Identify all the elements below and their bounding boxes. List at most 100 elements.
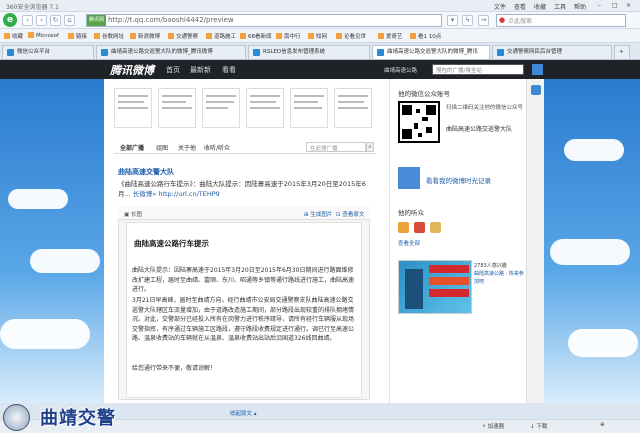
window-title-bar: 360安全浏览器 7.1 文件 查看 收藏 工具 帮助 – □ × <box>0 0 640 12</box>
fav-item[interactable]: 68看新闻 <box>240 32 272 40</box>
sky-background-right <box>544 79 640 403</box>
photo-strip <box>114 88 376 128</box>
accelerator-button[interactable]: ⚡ 加速器 <box>482 422 504 430</box>
maximize-icon[interactable]: □ <box>612 2 618 9</box>
cloud-decoration <box>564 139 624 161</box>
view-original-button[interactable]: ⊡ 查看原文 <box>336 210 364 218</box>
home-icon[interactable]: ⌂ <box>64 15 75 26</box>
nav-look[interactable]: 看看 <box>222 65 236 75</box>
view-all-fans-link[interactable]: 查看全部 <box>398 239 420 247</box>
page-icon <box>276 33 282 39</box>
zoom-indicator[interactable]: ⊕ <box>600 422 605 428</box>
feed-tab-followers[interactable]: 收听/听众 <box>204 143 230 152</box>
minimize-icon[interactable]: – <box>598 2 601 9</box>
dropdown-icon[interactable]: ▾ <box>447 15 458 26</box>
feed-tab-about[interactable]: 关于他 <box>178 143 196 152</box>
nav-new[interactable]: 最新新 <box>190 65 211 75</box>
fan-avatar[interactable] <box>430 222 441 233</box>
fav-item[interactable]: 链接 <box>68 32 87 40</box>
watermark-text: 曲靖交警 <box>40 408 116 429</box>
menu-view[interactable]: 查看 <box>514 2 526 11</box>
site-badge: 腾讯网 <box>87 15 106 26</box>
lightning-icon[interactable]: ϟ <box>462 15 473 26</box>
promo-banner[interactable] <box>398 260 472 314</box>
sky-background-left <box>0 79 104 403</box>
forward-icon[interactable]: › <box>36 15 47 26</box>
fav-item[interactable]: 新浪微博 <box>130 32 160 40</box>
nav-user[interactable]: 曲靖高速公路 <box>384 66 417 74</box>
url-text[interactable]: http://t.qq.com/baoshi4442/preview <box>108 16 234 24</box>
tab-wechat[interactable]: 微信公众平台 <box>2 45 94 59</box>
fan-avatar[interactable] <box>414 222 425 233</box>
fav-item[interactable]: 收藏 <box>4 32 23 40</box>
tab-rsled[interactable]: RSLED信息发布管理系统 <box>248 45 370 59</box>
tab-weibo-1[interactable]: 曲靖高速公路交巡警大队的微博_腾讯微博 <box>96 45 246 59</box>
menu-file[interactable]: 文件 <box>494 2 506 11</box>
search-icon[interactable]: ⌕ <box>366 142 374 152</box>
cloud-decoration <box>8 189 68 209</box>
photo-thumbnail[interactable] <box>114 88 152 128</box>
fav-item[interactable]: 谷歌网址 <box>94 32 124 40</box>
window-title: 360安全浏览器 7.1 <box>6 4 59 11</box>
star-icon <box>4 33 10 39</box>
fan-avatar[interactable] <box>398 222 409 233</box>
site-search-placeholder: 搜包的广播/搜全站 <box>436 68 482 74</box>
refresh-icon[interactable]: ↻ <box>50 15 61 26</box>
fav-item[interactable]: 交通警察 <box>168 32 198 40</box>
cloud-decoration <box>568 329 638 357</box>
banner-caption: 2783人感兴趣 曲陆高速公路 · 快来参加吧 <box>474 263 524 285</box>
qr-code-image <box>398 101 440 143</box>
fav-item[interactable]: 看1 10点 <box>410 32 441 40</box>
feed-tab-photos[interactable]: 组图 <box>156 143 168 152</box>
fav-item[interactable]: 爱奇艺 <box>378 32 403 40</box>
fav-item[interactable]: Microsof <box>28 32 59 39</box>
browser-logo-icon[interactable]: e <box>3 13 17 27</box>
menu-help[interactable]: 帮助 <box>574 2 586 11</box>
nav-home[interactable]: 首页 <box>166 65 180 75</box>
new-tab-button[interactable]: + <box>614 45 630 59</box>
favorites-bar: 收藏 Microsof 链接 谷歌网址 新浪微博 交通警察 道路施工 68看新闻… <box>0 29 640 43</box>
long-weibo-link[interactable]: 长微博» http://url.cn/TEHP9 <box>133 190 220 198</box>
fav-item[interactable]: 道路施工 <box>206 32 236 40</box>
fav-item[interactable]: 论看见世 <box>336 32 366 40</box>
compose-icon[interactable] <box>532 64 543 75</box>
wechat-section-title: 他的微信公众账号 <box>398 90 450 98</box>
doc-paragraph: 曲陆大队提示：因陆寨高速于2015年3月20日至2015年6月30日期间进行路面… <box>132 267 355 294</box>
folder-icon <box>68 33 74 39</box>
download-button[interactable]: ↓ 下载 <box>530 422 547 430</box>
tab-traffic-admin[interactable]: 交通警察网民后台管理 <box>492 45 612 59</box>
go-icon[interactable]: → <box>478 15 489 26</box>
photo-thumbnail[interactable] <box>246 88 284 128</box>
feed-tab-all[interactable]: 全部广播 <box>120 143 144 152</box>
tencent-weibo-logo[interactable]: 腾讯微博 <box>110 62 154 78</box>
tab-weibo-active[interactable]: 曲靖高速公路交巡警大队的微博_腾讯 <box>372 45 490 59</box>
search-engine-icon[interactable]: ● <box>499 16 505 24</box>
card-label: ▣ 长图 <box>124 212 142 218</box>
menu-favorites[interactable]: 收藏 <box>534 2 546 11</box>
banner-link[interactable]: 曲陆高速公路 · 快来参加吧 <box>474 271 524 285</box>
tab-favicon-icon <box>101 49 108 56</box>
photo-thumbnail[interactable] <box>290 88 328 128</box>
photo-thumbnail[interactable] <box>334 88 372 128</box>
folder-icon <box>94 33 100 39</box>
qr-account-name: 曲陆高速公路交巡警大队 <box>446 126 513 133</box>
close-icon[interactable]: × <box>626 2 631 9</box>
doc-paragraph: 3月21日早高峰，届时至曲靖方向，经行曲靖市公安局交通警察支队曲陆高速公路交巡警… <box>132 297 355 343</box>
tab-favicon-icon <box>7 49 14 56</box>
back-icon[interactable]: ‹ <box>22 15 33 26</box>
page-icon <box>206 33 212 39</box>
hourglass-icon <box>398 167 420 189</box>
photo-thumbnail[interactable] <box>158 88 196 128</box>
generate-image-button[interactable]: ⊞ 生成图片 <box>304 210 332 218</box>
scroll-top-icon[interactable] <box>531 85 541 95</box>
scrollbar[interactable] <box>526 79 544 403</box>
menu-tools[interactable]: 工具 <box>554 2 566 11</box>
post-author[interactable]: 曲陆高速交警大队 <box>118 167 174 177</box>
fav-item[interactable]: 知网 <box>308 32 327 40</box>
photo-thumbnail[interactable] <box>202 88 240 128</box>
cloud-decoration <box>0 319 90 349</box>
timeline-link[interactable]: 看看我的微博时光记录 <box>426 175 491 185</box>
collapse-button[interactable]: 收起原文 ▴ <box>230 409 257 417</box>
fav-item[interactable]: 南中行 <box>276 32 301 40</box>
folder-icon <box>28 32 34 38</box>
